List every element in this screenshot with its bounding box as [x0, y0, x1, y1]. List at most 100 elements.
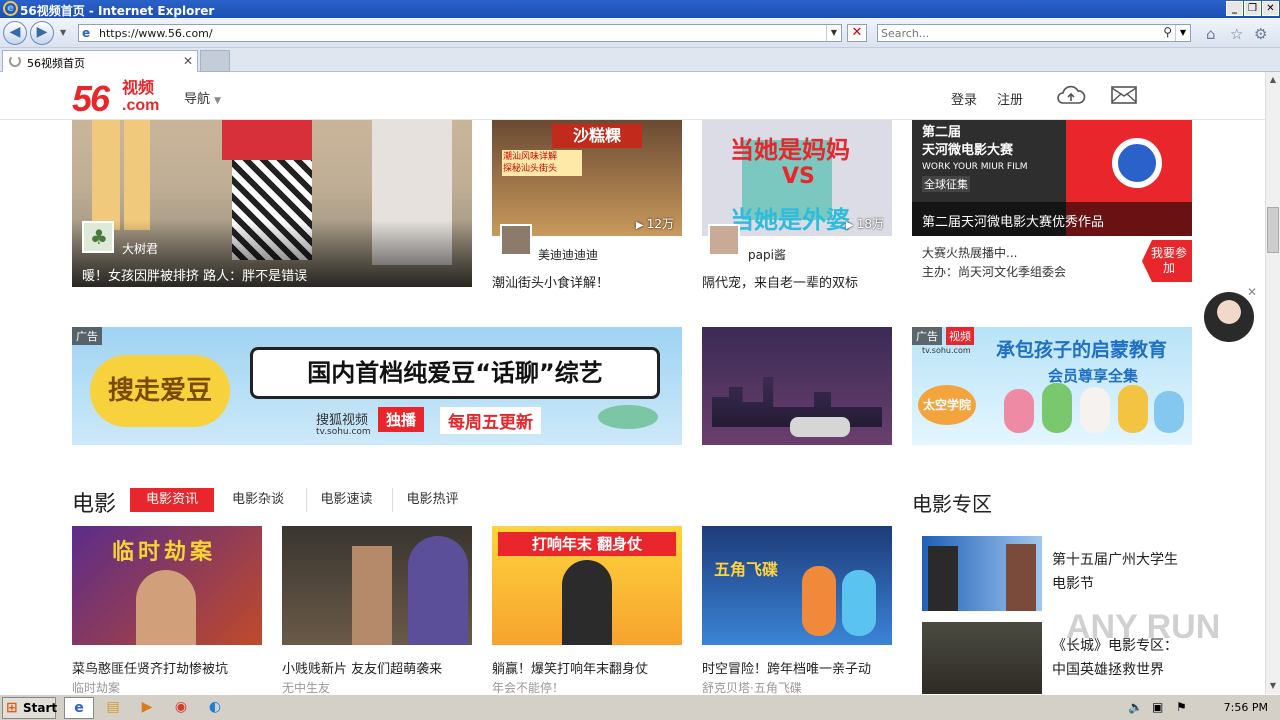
special-thumb[interactable]	[922, 536, 1042, 611]
video-title[interactable]: 暖！女孩因胖被排挤 路人：胖不是错误	[82, 265, 307, 284]
view-count: ▶ 12万	[635, 217, 674, 231]
window-title: 56视频首页 - Internet Explorer	[20, 4, 215, 18]
video-title[interactable]: 隔代宠，来自老一辈的双标	[702, 272, 858, 291]
volume-icon[interactable]: 🔈	[1128, 700, 1143, 714]
contest-line2: 主办：尚天河文化季组委会	[922, 265, 1067, 279]
window-title-bar: e 56视频首页 - Internet Explorer _ ❐ ✕	[0, 0, 1280, 18]
flag-icon[interactable]: ⚑	[1176, 700, 1187, 714]
taskbar-media-icon[interactable]: ▶	[132, 697, 162, 719]
search-input[interactable]	[881, 26, 1151, 40]
history-dropdown-icon[interactable]: ▼	[60, 28, 66, 37]
close-window-button[interactable]: ✕	[1262, 1, 1279, 16]
eye-logo-icon	[1112, 138, 1162, 188]
movie-sub[interactable]: 临时劫案	[72, 679, 120, 694]
movie-thumb[interactable]	[282, 526, 472, 645]
poster-figure	[136, 570, 196, 645]
start-button[interactable]: ⊞ Start	[2, 697, 57, 719]
movie-title[interactable]: 菜鸟憨匪任贤齐打劫惨被坑	[72, 658, 228, 677]
poster-creature	[408, 536, 468, 645]
floating-avatar[interactable]	[1204, 292, 1254, 342]
tools-gear-icon[interactable]: ⚙	[1254, 25, 1267, 43]
nav-menu[interactable]: 导航 ▼	[184, 88, 221, 107]
movie-thumb[interactable]: 打响年末 翻身仗	[492, 526, 682, 645]
scroll-thumb[interactable]	[1267, 207, 1279, 253]
search-dropdown-icon[interactable]: ▼	[1175, 25, 1190, 41]
browser-tab[interactable]: 56视频首页 ✕	[2, 50, 198, 72]
video-thumb[interactable]: 当她是妈妈 VS 当她是外婆 ▶ 18万	[702, 120, 892, 236]
scroll-down-icon[interactable]: ▼	[1266, 678, 1280, 694]
address-dropdown-icon[interactable]: ▼	[826, 25, 841, 41]
forward-button[interactable]: ▶	[30, 21, 54, 45]
video-thumb-big[interactable]: ♣ 大树君 暖！女孩因胖被排挤 路人：胖不是错误	[72, 120, 472, 287]
contest-title[interactable]: 第二届天河微电影大赛优秀作品	[922, 211, 1104, 230]
ad-badge: 太空学院	[918, 385, 976, 425]
movie-thumb[interactable]: 五角飞碟	[702, 526, 892, 645]
tab-movie-review[interactable]: 电影热评	[392, 488, 472, 512]
movie-sub[interactable]: 年会不能停！	[492, 679, 564, 694]
thumb-text: 当她是外婆	[730, 206, 850, 234]
movie-title[interactable]: 小贱贱新片 友友们超萌袭来	[282, 658, 442, 677]
taskbar-ie-icon[interactable]: e	[64, 697, 94, 719]
taskbar-explorer-icon[interactable]: ▤	[98, 697, 128, 719]
video-title[interactable]: 潮汕街头小食详解！	[492, 272, 609, 291]
search-icon[interactable]: ⚲	[1163, 25, 1172, 39]
cartoon-character	[1118, 385, 1148, 433]
windows-logo-icon: ⊞	[6, 700, 18, 716]
join-contest-button[interactable]: 我要参加	[1142, 240, 1192, 282]
uploader-name[interactable]: 美迪迪迪迪	[538, 246, 598, 263]
contest-poster[interactable]: 第二届 天河微电影大赛 WORK YOUR MIUR FILM 全球征集 第二届…	[912, 120, 1192, 236]
scroll-up-icon[interactable]: ▲	[1266, 72, 1280, 88]
movie-sub[interactable]: 无中生友	[282, 679, 330, 694]
home-icon[interactable]: ⌂	[1206, 25, 1216, 43]
mail-icon[interactable]	[1111, 85, 1137, 105]
ad-headline: 承包孩子的启蒙教育	[996, 339, 1168, 361]
ad-banner-3[interactable]: 广告 视频 tv.sohu.com 承包孩子的启蒙教育 会员尊享全集 太空学院	[912, 327, 1192, 445]
site-logo[interactable]: 56 视频 .com	[72, 78, 159, 120]
ad-banner-2[interactable]	[702, 327, 892, 445]
tab-title: 56视频首页	[27, 57, 85, 70]
tab-strip: 56视频首页 ✕	[0, 48, 1280, 72]
uploader-name[interactable]: papi酱	[748, 246, 786, 263]
back-button[interactable]: ◀	[3, 21, 27, 45]
poster-title: 打响年末 翻身仗	[498, 532, 676, 556]
ad-show-logo: 搜走爱豆	[90, 355, 230, 427]
maximize-button[interactable]: ❐	[1244, 1, 1261, 16]
upload-cloud-icon[interactable]	[1056, 83, 1086, 107]
avatar[interactable]	[500, 224, 532, 256]
vertical-scrollbar[interactable]: ▲ ▼	[1265, 72, 1280, 694]
network-icon[interactable]: ▣	[1152, 700, 1163, 714]
register-link[interactable]: 注册	[997, 89, 1023, 108]
favorites-star-icon[interactable]: ☆	[1230, 25, 1243, 43]
special-title[interactable]: 第十五届广州大学生电影节	[1052, 548, 1186, 596]
chevron-down-icon: ▼	[214, 96, 222, 106]
ad-banner-1[interactable]: 广告 搜走爱豆 国内首档纯爱豆“话聊”综艺 搜狐视频 tv.sohu.com 独…	[72, 327, 682, 445]
stop-button[interactable]: ✕	[847, 24, 867, 42]
minimize-button[interactable]: _	[1226, 1, 1243, 16]
search-box[interactable]: ⚲ ▼	[877, 24, 1191, 42]
login-link[interactable]: 登录	[951, 89, 977, 108]
video-thumb[interactable]: 沙糕粿 潮汕风味详解 探秘汕头街头 ▶ 12万	[492, 120, 682, 236]
special-thumb[interactable]	[922, 622, 1042, 694]
movie-sub[interactable]: 舒克贝塔·五角飞碟	[702, 679, 802, 694]
address-bar[interactable]: e https://www.56.com/ ▼	[78, 24, 842, 42]
avatar[interactable]	[708, 224, 740, 256]
movie-title[interactable]: 躺赢！爆笑打响年末翻身仗	[492, 658, 648, 677]
ad-exclusive: 独播	[378, 407, 425, 432]
movie-thumb[interactable]: 临时劫案	[72, 526, 262, 645]
close-tab-icon[interactable]: ✕	[183, 54, 193, 68]
tab-movie-quick[interactable]: 电影速读	[306, 488, 386, 512]
avatar[interactable]: ♣	[82, 221, 114, 253]
tab-movie-talk[interactable]: 电影杂谈	[222, 488, 294, 512]
thumb-text: VS	[782, 164, 815, 189]
taskbar-chrome-icon[interactable]: ◉	[166, 697, 196, 719]
new-tab-button[interactable]	[200, 50, 230, 72]
uploader-name[interactable]: 大树君	[122, 240, 158, 257]
clock[interactable]: 7:56 PM	[1224, 701, 1268, 714]
poster-character	[802, 566, 836, 636]
taskbar-edge-icon[interactable]: ◐	[200, 697, 230, 719]
movie-title[interactable]: 时空冒险！跨年档唯一亲子动	[702, 658, 871, 677]
close-float-icon[interactable]: ✕	[1247, 285, 1257, 299]
browser-toolbar: ◀ ▶ ▼ e https://www.56.com/ ▼ ✕ ⚲ ▼ ⌂ ☆ …	[0, 18, 1280, 48]
tab-movie-news[interactable]: 电影资讯	[130, 488, 214, 512]
address-url[interactable]: https://www.56.com/	[99, 27, 213, 40]
